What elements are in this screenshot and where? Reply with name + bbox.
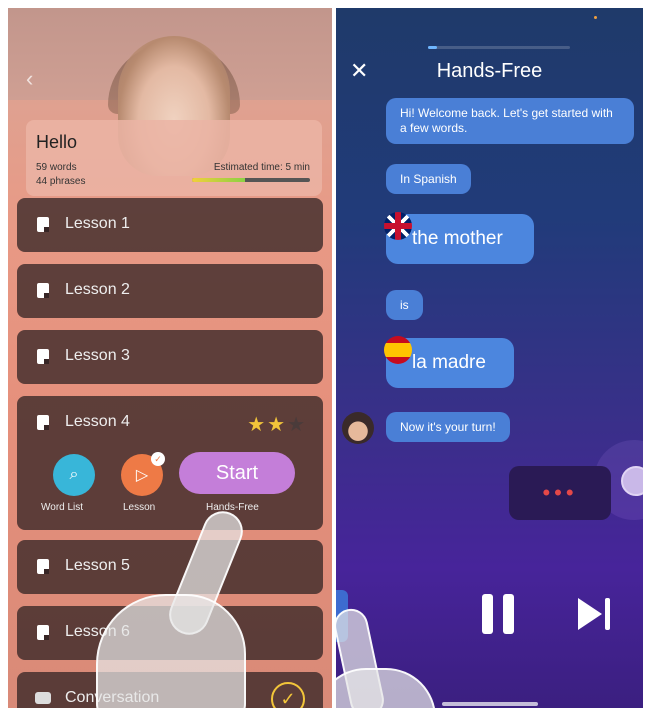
- lesson-label: Lesson 2: [65, 281, 130, 298]
- lesson-item-3[interactable]: Lesson 3: [17, 330, 323, 384]
- phrases-count: 44 phrases: [36, 176, 86, 187]
- chat-bubble-in-spanish: In Spanish: [386, 164, 471, 194]
- word-list-button[interactable]: ⌕: [53, 454, 95, 496]
- lesson-label: Lesson 1: [65, 215, 130, 232]
- english-word: the mother: [412, 228, 503, 249]
- screen-title: Hands-Free: [436, 60, 543, 82]
- chevron-left-icon[interactable]: ‹: [26, 66, 33, 92]
- word-list-caption: Word List: [41, 502, 84, 513]
- lesson-label: Lesson 5: [65, 557, 130, 574]
- star-rating: ★★★: [247, 412, 307, 437]
- chat-icon: [35, 692, 51, 704]
- hands-free-caption: Hands-Free: [206, 502, 259, 513]
- document-icon: [37, 217, 49, 232]
- lesson-item-1[interactable]: Lesson 1: [17, 198, 323, 252]
- lesson-item-5[interactable]: Lesson 5: [17, 540, 323, 594]
- topic-title: Hello: [36, 132, 78, 152]
- skip-next-icon[interactable]: [578, 596, 614, 632]
- document-icon: [37, 349, 49, 364]
- uk-flag-icon: [384, 212, 412, 240]
- lessons-screen: ‹ Hello 59 words 44 phrases Estimated ti…: [8, 8, 332, 708]
- check-badge-icon: ✓: [151, 452, 165, 466]
- play-icon: ▷: [135, 467, 149, 484]
- star-filled-icon: ★: [267, 414, 288, 436]
- start-button[interactable]: Start: [179, 452, 295, 494]
- spain-flag-icon: [384, 336, 412, 364]
- status-dot: [594, 16, 597, 19]
- session-progress-bar: [428, 46, 570, 49]
- star-empty-icon: ★: [287, 414, 307, 436]
- search-document-icon: ⌕: [69, 466, 79, 483]
- topic-info-card: Hello 59 words 44 phrases Estimated time…: [26, 120, 322, 196]
- typing-indicator: •••: [509, 466, 611, 520]
- document-icon: [37, 415, 49, 430]
- lesson-label: Lesson 3: [65, 347, 130, 364]
- chat-bubble-welcome: Hi! Welcome back. Let's get started with…: [386, 98, 634, 144]
- pause-icon[interactable]: [482, 594, 516, 634]
- home-indicator: [442, 702, 538, 706]
- lesson-item-2[interactable]: Lesson 2: [17, 264, 323, 318]
- tutor-avatar: [342, 412, 374, 444]
- session-progress-fill: [428, 46, 437, 49]
- lesson-label: Lesson 4: [65, 413, 130, 430]
- document-icon: [37, 625, 49, 640]
- spanish-word: la madre: [412, 352, 486, 373]
- completed-check-icon: ✓: [271, 682, 305, 708]
- pointing-hand-palm: [336, 668, 436, 708]
- pointing-hand-palm: [96, 594, 246, 708]
- lesson-item-4-expanded[interactable]: Lesson 4 ★★★ ⌕ Word List ▷ ✓ Lesson Star…: [17, 396, 323, 530]
- lesson-play-button[interactable]: ▷ ✓: [121, 452, 165, 496]
- user-avatar-icon: [621, 466, 643, 496]
- hands-free-screen: ✕ Hands-Free Hi! Welcome back. Let's get…: [336, 8, 643, 708]
- star-filled-icon: ★: [247, 414, 268, 436]
- chat-bubble-spanish-word: la madre: [384, 336, 514, 388]
- chat-bubble-english-word: the mother: [384, 212, 534, 264]
- lesson-caption: Lesson: [123, 502, 156, 513]
- chat-bubble-your-turn: Now it's your turn!: [386, 412, 510, 442]
- document-icon: [37, 559, 49, 574]
- chat-bubble-is: is: [386, 290, 423, 320]
- estimated-time: Estimated time: 5 min: [213, 162, 310, 173]
- time-progress-fill: [192, 178, 246, 182]
- words-count: 59 words: [36, 162, 77, 173]
- time-progress-bar: [192, 178, 310, 182]
- document-icon: [37, 283, 49, 298]
